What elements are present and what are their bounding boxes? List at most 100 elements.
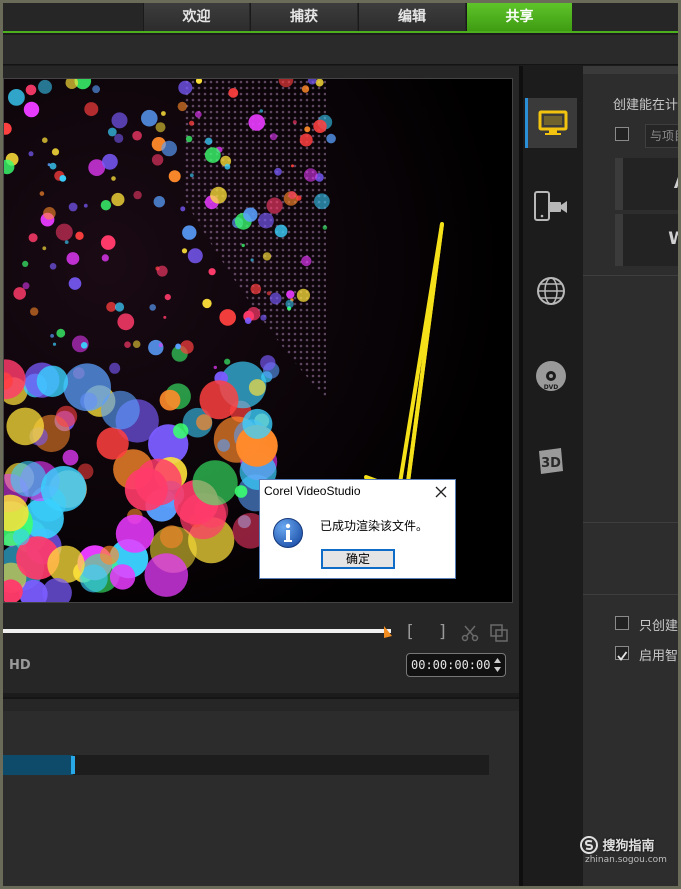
enable-smart-checkbox[interactable] <box>615 646 629 661</box>
bokeh-dot <box>107 127 117 137</box>
bokeh-dot <box>187 248 203 264</box>
bokeh-dot <box>149 304 156 311</box>
bokeh-dot <box>25 84 37 96</box>
bokeh-dot <box>213 365 217 370</box>
bokeh-dot <box>285 299 294 309</box>
project-settings-checkbox[interactable] <box>615 127 629 141</box>
bokeh-dot <box>28 151 34 157</box>
timecode-field[interactable]: 00:00:00:00 <box>406 653 506 677</box>
bokeh-dot <box>185 135 193 143</box>
bokeh-dot <box>117 313 135 331</box>
format-preset-1[interactable]: A <box>615 158 678 210</box>
scissors-icon[interactable] <box>461 624 479 642</box>
top-nav-bar: 欢迎 捕获 编辑 共享 <box>3 3 678 33</box>
bokeh-dot <box>101 254 109 262</box>
copy-frame-icon[interactable] <box>490 624 508 642</box>
bokeh-dot <box>161 140 177 157</box>
project-settings-dropdown[interactable]: 与项目 <box>645 124 678 148</box>
bokeh-dot <box>178 80 193 95</box>
bokeh-dot <box>148 339 164 356</box>
hd-label: HD <box>9 658 31 673</box>
bokeh-dot <box>199 380 239 420</box>
only-create-checkbox[interactable] <box>615 616 629 630</box>
bokeh-dot <box>260 314 267 321</box>
bokeh-dot <box>266 197 283 214</box>
timecode-spinner[interactable] <box>493 656 502 674</box>
scrub-bar[interactable] <box>3 629 391 633</box>
bokeh-dot <box>144 553 189 597</box>
bokeh-dot <box>23 101 40 118</box>
app-window: 欢迎 捕获 编辑 共享 [] HD 00:00:00:00 DVD 3D 创建… <box>3 3 678 886</box>
bokeh-dot <box>111 112 128 129</box>
bokeh-dot <box>109 362 121 374</box>
bokeh-dot <box>269 292 282 305</box>
bokeh-dot <box>286 290 295 299</box>
bokeh-dot <box>194 111 202 118</box>
bokeh-dot <box>111 192 125 207</box>
bokeh-dot <box>182 225 197 240</box>
ok-button[interactable]: 确定 <box>321 549 395 569</box>
bokeh-dot <box>250 258 254 262</box>
bokeh-dot <box>66 252 80 265</box>
bokeh-dot <box>101 390 140 430</box>
bokeh-dot <box>22 260 29 267</box>
bokeh-dot <box>258 212 274 229</box>
bokeh-dot <box>301 85 310 93</box>
sogou-logo-icon <box>580 836 598 854</box>
divider-line <box>583 594 678 595</box>
category-3d[interactable]: 3D <box>525 436 577 486</box>
dialog-titlebar[interactable]: Corel VideoStudio <box>260 480 455 505</box>
watermark-brand-text: 搜狗指南 <box>602 839 655 854</box>
format-preset-2[interactable]: W <box>615 214 678 266</box>
bokeh-dot <box>204 147 221 163</box>
bokeh-dot <box>326 133 336 144</box>
bokeh-dot <box>180 340 194 354</box>
bokeh-dot <box>210 186 227 204</box>
bokeh-dot <box>111 176 116 181</box>
bokeh-dot <box>43 207 56 220</box>
bokeh-dot <box>114 302 125 312</box>
bokeh-dot <box>244 317 252 324</box>
only-create-label: 只创建 <box>639 619 678 634</box>
close-icon[interactable] <box>433 484 449 500</box>
bokeh-dot <box>80 342 88 349</box>
preview-panel: [ ] HD 00:00:00:00 <box>3 66 519 693</box>
tab-share[interactable]: 共享 <box>466 3 572 31</box>
bokeh-dot <box>38 79 52 94</box>
watermark-url: zhinan.sogou.com <box>585 855 667 865</box>
tab-edit[interactable]: 编辑 <box>358 3 465 31</box>
bokeh-dot <box>102 153 118 170</box>
bokeh-dot <box>217 439 230 452</box>
bokeh-dot <box>62 449 79 466</box>
bokeh-dot <box>269 133 278 141</box>
render-progress-marker <box>71 756 76 774</box>
bokeh-dot <box>177 101 187 112</box>
bokeh-dot <box>299 133 313 147</box>
bokeh-dot <box>259 109 263 113</box>
dialog-title: Corel VideoStudio <box>264 484 361 498</box>
bokeh-dot <box>242 408 273 439</box>
timeline-panel <box>3 697 519 886</box>
mark-in-button[interactable]: [ <box>407 622 414 642</box>
category-computer[interactable] <box>525 98 577 148</box>
tab-capture[interactable]: 捕获 <box>250 3 357 31</box>
timecode-value: 00:00:00:00 <box>411 658 491 672</box>
bokeh-dot <box>50 334 54 338</box>
mark-out-button[interactable]: ] <box>439 622 446 642</box>
mobile-device-icon <box>534 191 567 221</box>
enable-smart-label: 启用智 <box>639 649 678 664</box>
bokeh-dot <box>28 233 38 243</box>
category-mobile[interactable] <box>525 182 577 232</box>
bokeh-dot <box>114 133 124 143</box>
render-progress-fill <box>3 755 74 775</box>
category-web[interactable] <box>525 266 577 316</box>
bokeh-dot <box>151 154 164 166</box>
category-disc[interactable]: DVD <box>525 351 577 401</box>
bokeh-dot <box>36 365 69 397</box>
bokeh-dot <box>55 223 73 241</box>
bokeh-dot <box>39 191 45 196</box>
checkmark-icon <box>617 651 628 661</box>
scrub-handle[interactable] <box>383 626 393 638</box>
bokeh-dot <box>181 248 188 254</box>
tab-welcome[interactable]: 欢迎 <box>143 3 249 31</box>
